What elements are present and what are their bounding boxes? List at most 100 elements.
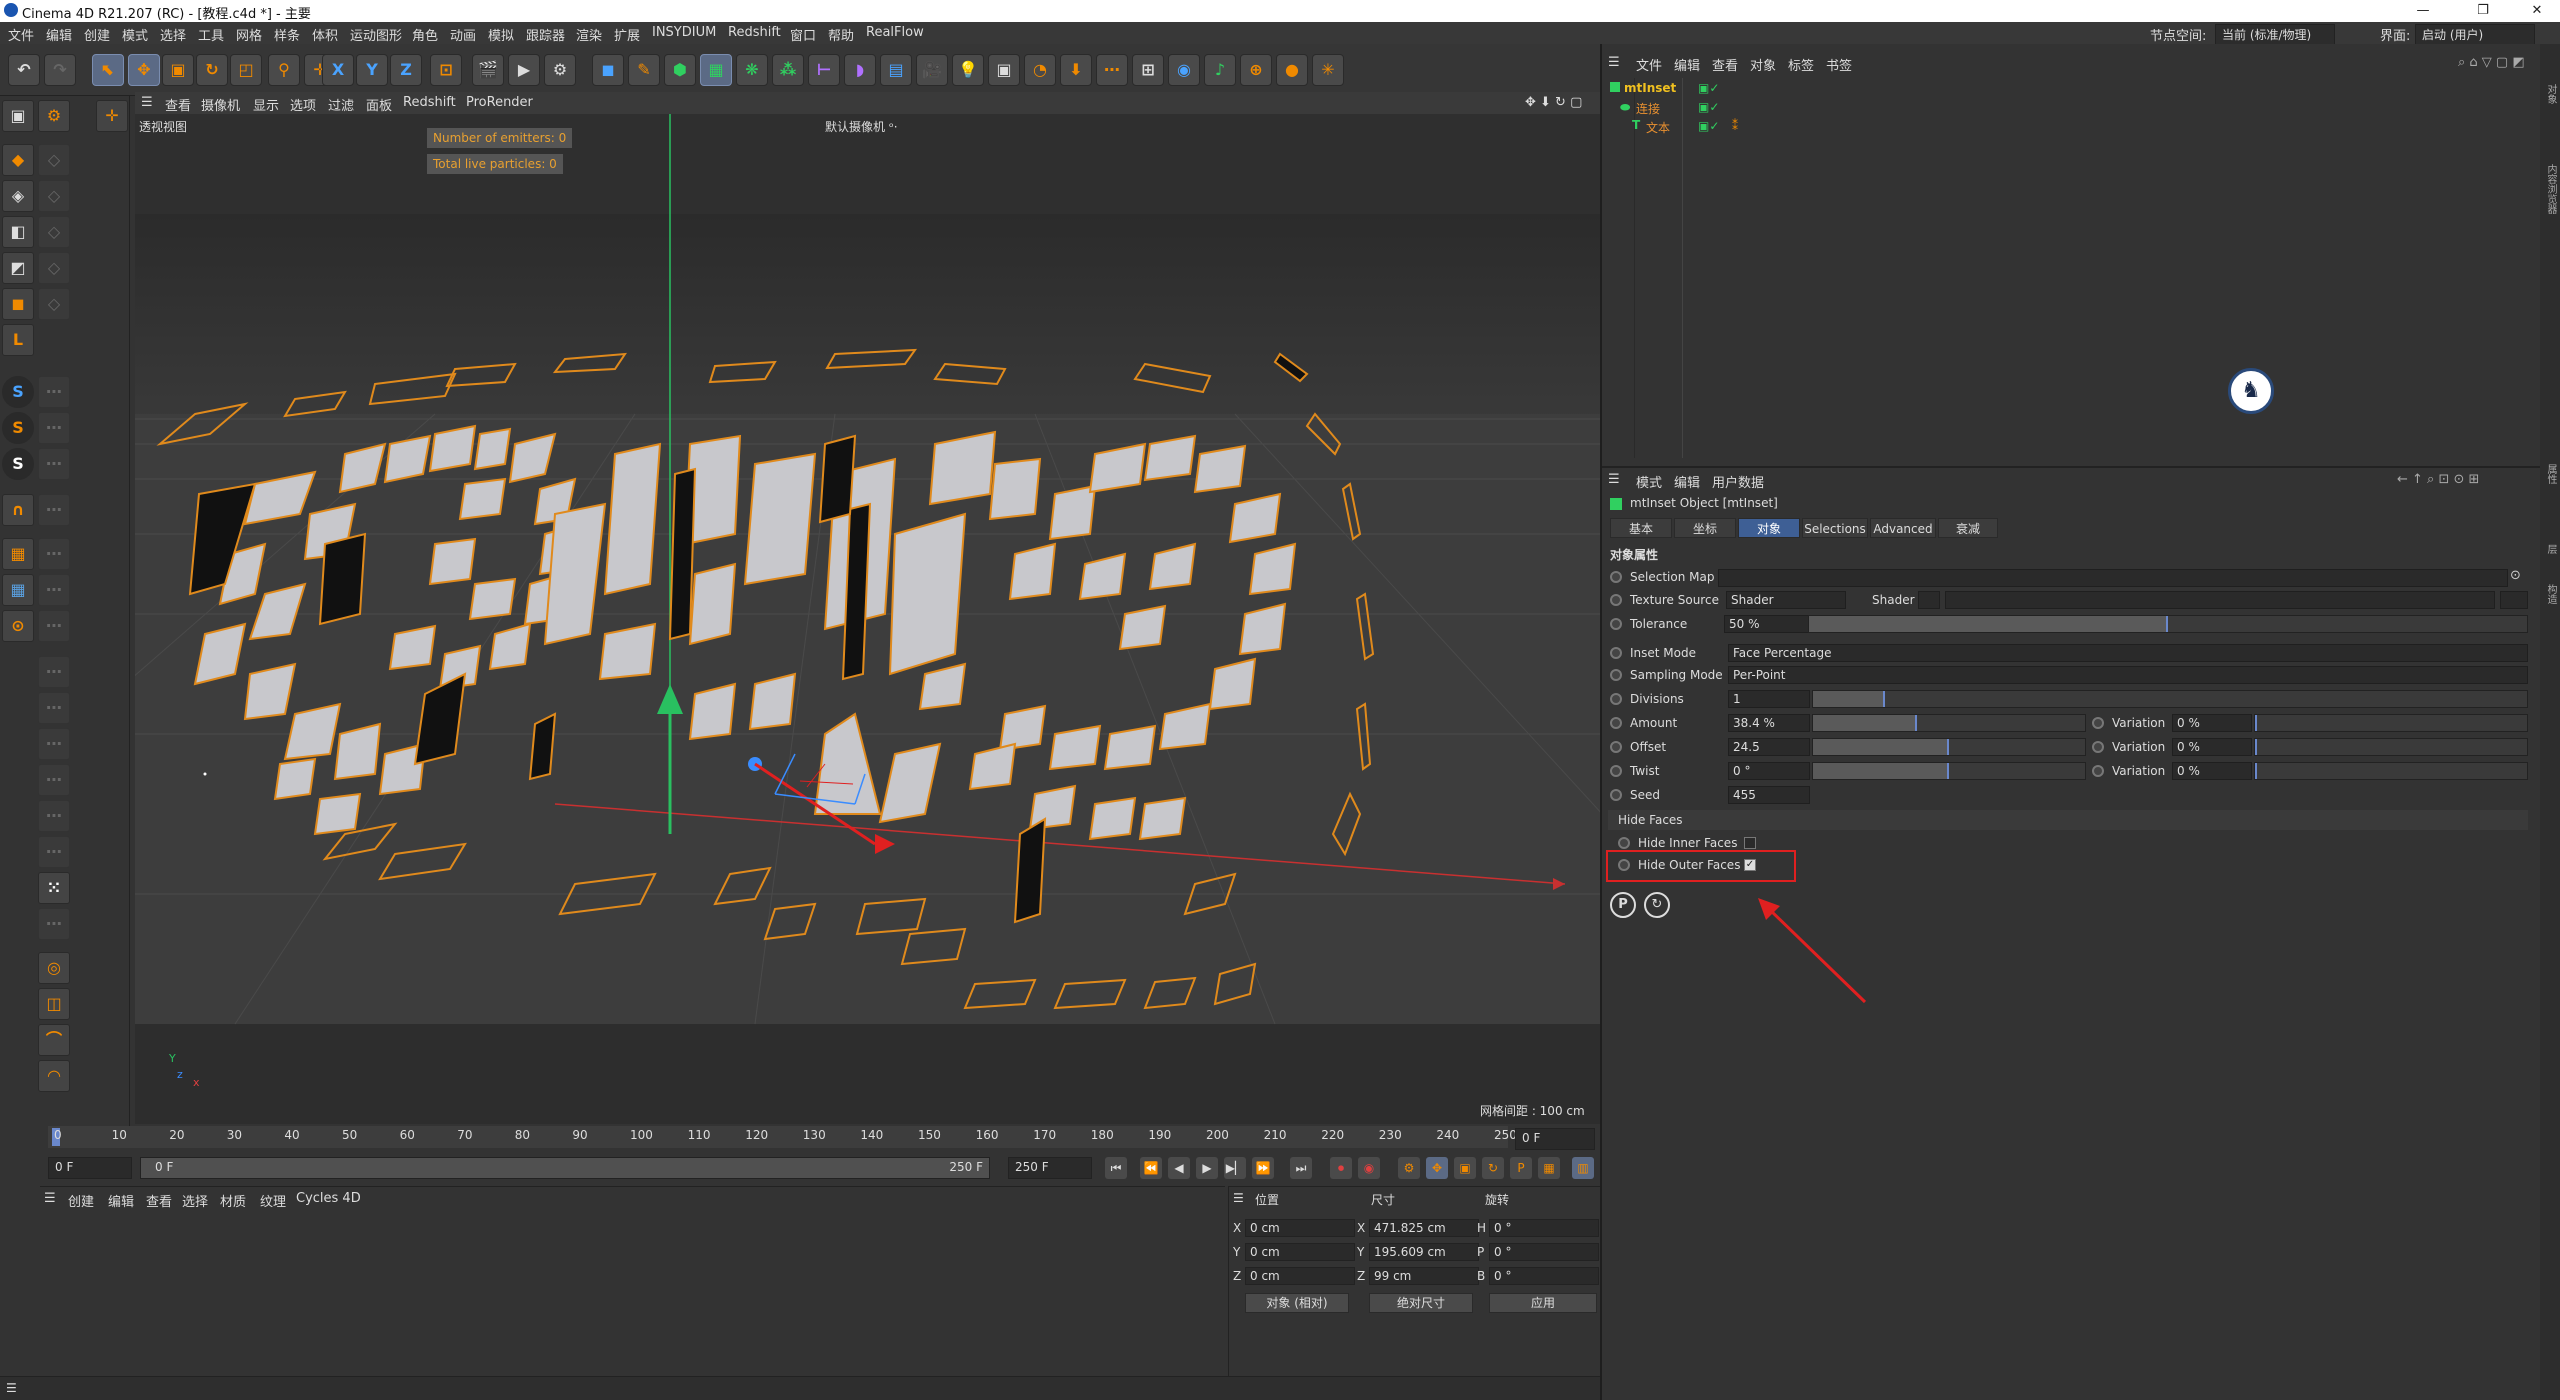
objmgr-menu-object[interactable]: 对象 [1750, 55, 1776, 74]
text-tag-icon[interactable]: ⁑ [1732, 119, 1738, 133]
text-visibility-icon[interactable]: ▣✓ [1698, 119, 1719, 133]
sampling-mode-dropdown[interactable]: Per-Point [1728, 666, 2528, 684]
texture-source-anim-icon[interactable] [1610, 594, 1622, 606]
cube-icon[interactable]: ◼ [592, 54, 624, 86]
end-frame-field[interactable]: 250 F [1008, 1157, 1092, 1179]
brush-tool-icon[interactable]: ⌒ [38, 1024, 70, 1056]
material-menu-select[interactable]: 选择 [182, 1191, 208, 1210]
render-picture-icon[interactable]: ▶ [508, 54, 540, 86]
y-axis-lock[interactable]: Y [356, 54, 388, 86]
plugin-icon-3[interactable]: ⋯ [1096, 54, 1128, 86]
hide-faces-section[interactable]: Hide Faces [1608, 810, 2528, 830]
plugin-s3-icon[interactable]: S [2, 448, 34, 480]
amount-slider[interactable] [1812, 714, 2086, 732]
material-menu-create[interactable]: 创建 [68, 1191, 94, 1210]
material-menu-cycles[interactable]: Cycles 4D [296, 1191, 361, 1206]
divisions-slider[interactable] [1812, 690, 2528, 708]
viewport-menu-view[interactable]: 查看 [165, 95, 191, 114]
prev-frame-icon[interactable]: ◀ [1168, 1157, 1190, 1179]
menu-character[interactable]: 角色 [412, 25, 438, 44]
menu-realflow[interactable]: RealFlow [866, 25, 924, 40]
dots-grid-icon[interactable]: ⁙ [38, 872, 70, 904]
edge-tab-objects[interactable]: 对象 [2543, 84, 2558, 104]
offset-anim-icon[interactable] [1610, 741, 1622, 753]
tolerance-anim-icon[interactable] [1610, 618, 1622, 630]
twist-variation-slider[interactable] [2254, 762, 2528, 780]
snap-3-icon[interactable]: ⋯ [38, 376, 70, 408]
texture-source-dropdown[interactable]: Shader [1726, 591, 1846, 609]
twist-slider[interactable] [1812, 762, 2086, 780]
prev-key-icon[interactable]: ⏪ [1140, 1157, 1162, 1179]
plugin-icon-2[interactable]: ⬇ [1060, 54, 1092, 86]
workplane-icon[interactable]: ✛ [96, 100, 128, 132]
menu-help[interactable]: 帮助 [828, 25, 854, 44]
menu-select[interactable]: 选择 [160, 25, 186, 44]
object-row-mtinset[interactable]: mtInset ▣✓ [1610, 80, 1720, 98]
divisions-field[interactable]: 1 [1728, 690, 1810, 708]
object-row-connect[interactable]: ⬬ 连接 ▣✓ [1620, 99, 1720, 117]
tab-selections[interactable]: Selections [1802, 518, 1868, 538]
tolerance-slider[interactable] [1808, 615, 2528, 633]
key-param-icon[interactable]: P [1510, 1157, 1532, 1179]
snap-8-icon[interactable]: ⋯ [38, 574, 70, 606]
amount-variation-field[interactable]: 0 % [2172, 714, 2252, 732]
texture-mode-icon[interactable]: ⚙ [38, 100, 70, 132]
tab-coord[interactable]: 坐标 [1674, 518, 1736, 538]
edge-tab-attributes[interactable]: 属性 [2543, 464, 2558, 484]
menu-animate[interactable]: 动画 [450, 25, 476, 44]
deformer-icon[interactable]: ⊢ [808, 54, 840, 86]
uv-mode-icon[interactable]: ◩ [2, 252, 34, 284]
render-settings-icon[interactable]: ⚙ [544, 54, 576, 86]
inset-mode-dropdown[interactable]: Face Percentage [1728, 644, 2528, 662]
polygons-mode-icon[interactable]: ◧ [2, 216, 34, 248]
sculpt-tool-icon[interactable]: ◠ [38, 1060, 70, 1092]
goto-end-icon[interactable]: ⏭ [1290, 1157, 1312, 1179]
x-axis-lock[interactable]: X [322, 54, 354, 86]
menu-mograph[interactable]: 运动图形 [350, 25, 402, 44]
shader-field[interactable] [1945, 591, 2495, 609]
key-position-icon[interactable]: ✥ [1426, 1157, 1448, 1179]
menu-edit[interactable]: 编辑 [46, 25, 72, 44]
offset-variation-field[interactable]: 0 % [2172, 738, 2252, 756]
tool-option-icon[interactable]: ◇ [38, 252, 70, 284]
coord-pos-z-field[interactable]: 0 cm [1245, 1267, 1355, 1285]
amount-variation-anim-icon[interactable] [2092, 717, 2104, 729]
connect-visibility-icon[interactable]: ▣✓ [1698, 100, 1719, 114]
object-mode-icon[interactable]: ◼ [2, 288, 34, 320]
viewport-hamburger-icon[interactable]: ☰ [141, 95, 153, 110]
snap-4-icon[interactable]: ⋯ [38, 412, 70, 444]
snap-10-icon[interactable]: ⋯ [38, 656, 70, 688]
model-mode-icon[interactable]: ▣ [2, 100, 34, 132]
points-mode-icon[interactable]: ◆ [2, 144, 34, 176]
start-frame-field[interactable]: 0 F [48, 1157, 132, 1179]
objmgr-nav-icons[interactable]: ⌕ ⌂ ▽ ▢ ◩ [2458, 55, 2525, 70]
viewport-menu-prorender[interactable]: ProRender [466, 95, 533, 110]
menu-mode[interactable]: 模式 [122, 25, 148, 44]
seed-field[interactable]: 455 [1728, 786, 1810, 804]
menu-spline[interactable]: 样条 [274, 25, 300, 44]
select-tool-icon[interactable]: ⬉ [92, 54, 124, 86]
objmgr-menu-file[interactable]: 文件 [1636, 55, 1662, 74]
menu-tools[interactable]: 工具 [198, 25, 224, 44]
coord-apply-button[interactable]: 应用 [1489, 1293, 1597, 1313]
menu-create[interactable]: 创建 [84, 25, 110, 44]
scale-tool-icon[interactable]: ▣ [162, 54, 194, 86]
maximize-button[interactable]: ❐ [2460, 0, 2506, 22]
target-icon[interactable]: ⊕ [1240, 54, 1272, 86]
camera-icon[interactable]: 🎥 [916, 54, 948, 86]
move-tool-icon[interactable]: ✥ [128, 54, 160, 86]
tolerance-field[interactable]: 50 % [1724, 615, 1810, 633]
plugin-icon-5[interactable]: ✳ [1312, 54, 1344, 86]
snap-14-icon[interactable]: ⋯ [38, 800, 70, 832]
plugin-p-icon[interactable]: P [1610, 892, 1636, 918]
coord-size-x-field[interactable]: 471.825 cm [1369, 1219, 1479, 1237]
tab-falloff[interactable]: 衰减 [1938, 518, 1998, 538]
spline-tool-icon[interactable]: ◎ [38, 952, 70, 984]
coord-rot-p-field[interactable]: 0 ° [1489, 1243, 1599, 1261]
snap-13-icon[interactable]: ⋯ [38, 764, 70, 796]
timeline-ruler[interactable]: 0 10 20 30 40 50 60 70 80 90 100 110 120 130 140 150 160… [48, 1126, 1517, 1148]
viewport-menu-display[interactable]: 显示 [253, 95, 279, 114]
coord-pos-x-field[interactable]: 0 cm [1245, 1219, 1355, 1237]
tab-object[interactable]: 对象 [1738, 518, 1800, 538]
mtinset-visibility-icon[interactable]: ▣✓ [1698, 81, 1719, 95]
